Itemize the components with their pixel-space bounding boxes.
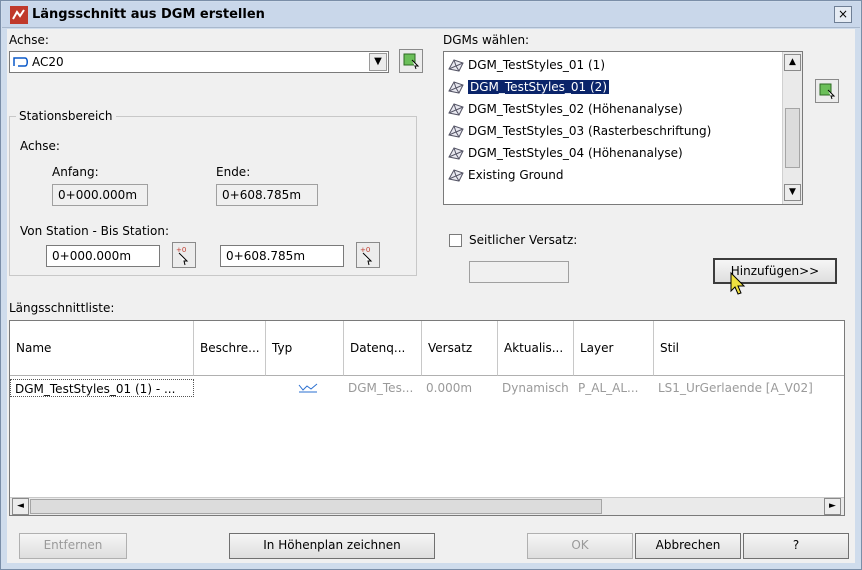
select-object-icon [819, 83, 836, 100]
achse-sub-label: Achse: [20, 139, 60, 153]
profile-type-icon [298, 383, 318, 393]
surface-icon [448, 145, 464, 161]
column-header[interactable]: Versatz [422, 321, 498, 376]
dgm-item-label: DGM_TestStyles_04 (Höhenanalyse) [468, 146, 683, 160]
seitlicher-versatz-label: Seitlicher Versatz: [469, 233, 578, 247]
surface-icon [448, 167, 464, 183]
remove-button[interactable]: Entfernen [19, 533, 127, 559]
dialog-title: Längsschnitt aus DGM erstellen [32, 7, 265, 22]
seitlicher-versatz-checkbox[interactable] [449, 234, 462, 247]
surface-icon [448, 57, 464, 73]
draw-in-profile-view-button[interactable]: In Höhenplan zeichnen [229, 533, 435, 559]
anfang-field: 0+000.000m [52, 184, 148, 206]
table-cell: P_AL_AL... [578, 381, 639, 395]
dgm-list-item[interactable]: DGM_TestStyles_02 (Höhenanalyse) [446, 100, 683, 118]
surface-icon [448, 101, 464, 117]
scroll-up-button[interactable]: ▲ [784, 54, 801, 71]
dialog-body: Achse: AC20 ▼ Stationsbereich Achse: Anf… [7, 29, 855, 563]
pick-von-station-button[interactable]: +0 [172, 242, 196, 268]
ende-label: Ende: [216, 165, 251, 179]
column-header[interactable]: Typ [266, 321, 344, 376]
close-button[interactable]: × [834, 6, 852, 23]
list-label: Längsschnittliste: [9, 301, 115, 315]
von-station-value: 0+000.000m [52, 249, 132, 263]
stationsbereich-group: Stationsbereich Achse: Anfang: 0+000.000… [9, 109, 417, 276]
column-header[interactable]: Name [10, 321, 194, 376]
von-station-input[interactable]: 0+000.000m [46, 245, 160, 267]
dgm-listbox[interactable]: DGM_TestStyles_01 (1) DGM_TestStyles_01 (… [443, 51, 803, 205]
help-button[interactable]: ? [743, 533, 849, 559]
profile-table[interactable]: Name Beschre... Typ Datenq... Versatz Aktuali… [9, 320, 845, 516]
ok-button[interactable]: OK [527, 533, 633, 559]
table-cell [266, 379, 344, 397]
column-header[interactable]: Stil [654, 321, 844, 376]
stationsbereich-title: Stationsbereich [16, 109, 116, 123]
ende-field: 0+608.785m [216, 184, 318, 206]
table-cell [194, 379, 266, 397]
table-cell: Dynamisch [502, 381, 569, 395]
dgm-list-item[interactable]: Existing Ground [446, 166, 563, 184]
scroll-right-button[interactable]: ► [824, 498, 841, 515]
pick-bis-station-button[interactable]: +0 [356, 242, 380, 268]
dgm-list-item[interactable]: DGM_TestStyles_04 (Höhenanalyse) [446, 144, 683, 162]
surface-icon [448, 123, 464, 139]
achse-label: Achse: [9, 33, 49, 47]
dgm-list-item[interactable]: DGM_TestStyles_01 (1) [446, 56, 605, 74]
station-range-label: Von Station - Bis Station: [20, 224, 169, 238]
mouse-cursor-icon [729, 271, 747, 300]
dgm-item-label: DGM_TestStyles_01 (1) [468, 58, 605, 72]
dgm-item-label: DGM_TestStyles_03 (Rasterbeschriftung) [468, 124, 712, 138]
column-header[interactable]: Aktualis... [498, 321, 574, 376]
pick-station-icon: +0 [176, 246, 189, 266]
achse-combobox[interactable]: AC20 ▼ [9, 51, 389, 73]
chevron-down-icon[interactable]: ▼ [369, 53, 387, 71]
table-hscrollbar[interactable]: ◄ ► [10, 497, 844, 515]
close-icon: × [837, 7, 849, 21]
bis-station-value: 0+608.785m [226, 249, 306, 263]
svg-text:+0: +0 [360, 246, 370, 254]
app-icon [10, 6, 28, 24]
dgms-label: DGMs wählen: [443, 33, 530, 47]
alignment-icon [13, 56, 29, 71]
anfang-label: Anfang: [52, 165, 99, 179]
dgm-list-item[interactable]: DGM_TestStyles_01 (2) [446, 78, 610, 96]
pick-station-icon: +0 [360, 246, 373, 266]
column-header[interactable]: Beschre... [194, 321, 266, 376]
anfang-value: 0+000.000m [58, 188, 138, 202]
dgm-vscrollbar[interactable]: ▲ ▼ [782, 52, 802, 204]
table-cell: DGM_TestStyles_01 (1) - ... [10, 379, 194, 397]
scroll-down-button[interactable]: ▼ [784, 184, 801, 201]
surface-icon [448, 79, 464, 95]
dgm-list-item[interactable]: DGM_TestStyles_03 (Rasterbeschriftung) [446, 122, 711, 140]
pick-dgm-button[interactable] [815, 79, 839, 103]
scroll-thumb[interactable] [785, 108, 800, 168]
table-cell: LS1_UrGerlaende [A_V02] [658, 381, 813, 395]
cancel-button[interactable]: Abbrechen [635, 533, 741, 559]
column-header[interactable]: Layer [574, 321, 654, 376]
dgm-item-label: Existing Ground [468, 168, 564, 182]
dgm-item-label: DGM_TestStyles_01 (2) [467, 79, 610, 95]
table-cell: 0.000m [426, 381, 473, 395]
column-header[interactable]: Datenq... [344, 321, 422, 376]
select-object-icon [403, 53, 420, 70]
versatz-input[interactable] [469, 261, 569, 283]
svg-text:+0: +0 [176, 246, 186, 254]
hscroll-thumb[interactable] [30, 499, 602, 514]
title-bar[interactable]: Längsschnitt aus DGM erstellen × [2, 2, 860, 28]
bis-station-input[interactable]: 0+608.785m [220, 245, 344, 267]
scroll-left-button[interactable]: ◄ [12, 498, 29, 515]
ende-value: 0+608.785m [222, 188, 302, 202]
achse-value: AC20 [32, 55, 64, 69]
table-cell: DGM_Tes... [348, 381, 414, 395]
pick-alignment-button[interactable] [399, 49, 423, 73]
dgm-item-label: DGM_TestStyles_02 (Höhenanalyse) [468, 102, 683, 116]
dialog-window: Längsschnitt aus DGM erstellen × Achse: … [0, 0, 862, 570]
